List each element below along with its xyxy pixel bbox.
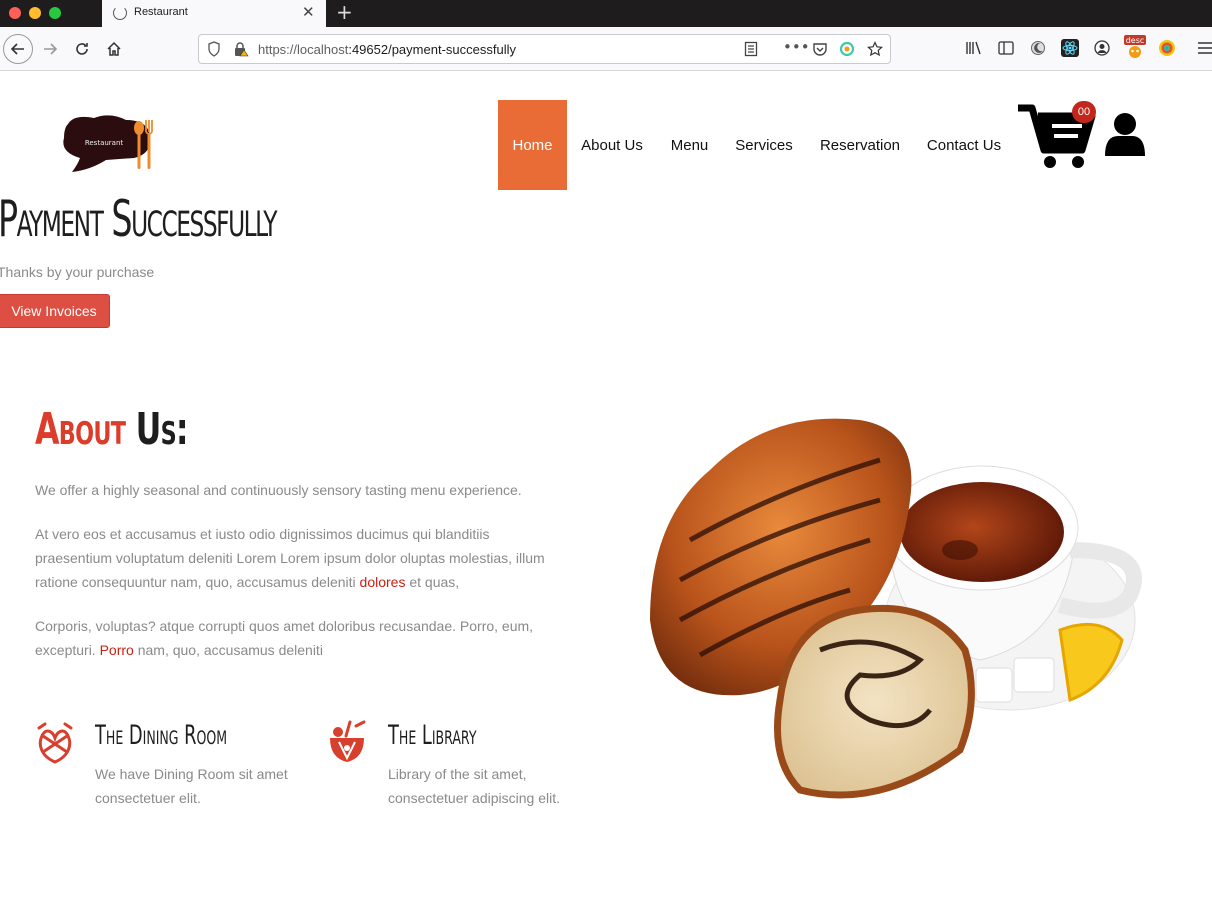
home-icon xyxy=(107,41,121,56)
feature-text-dining-room: We have Dining Room sit amet consectetue… xyxy=(95,766,288,806)
user-account-button[interactable] xyxy=(1104,112,1146,158)
svg-text:desc: desc xyxy=(1126,36,1145,45)
browser-tab[interactable]: Restaurant ✕ xyxy=(102,0,326,27)
nav-reservation[interactable]: Reservation xyxy=(810,100,910,190)
arrow-left-icon xyxy=(10,43,24,55)
about-paragraph-2: At vero eos et accusamus et iusto odio d… xyxy=(35,526,545,590)
new-tab-icon[interactable]: + xyxy=(336,0,353,24)
about-paragraph-1: We offer a highly seasonal and continuou… xyxy=(35,482,522,498)
home-button[interactable] xyxy=(100,35,128,63)
browser-tab-bar: Restaurant ✕ + xyxy=(0,0,1212,27)
loading-spinner-icon xyxy=(113,6,127,20)
page-subtitle: Thanks by your purchase xyxy=(0,264,155,280)
desc-extension-icon[interactable]: desc xyxy=(1124,35,1146,59)
cocktail-icon xyxy=(328,720,368,764)
nav-contact-us[interactable]: Contact Us xyxy=(920,100,1008,190)
page-actions-icon[interactable]: ••• xyxy=(783,38,810,56)
reload-icon xyxy=(76,43,88,55)
bookmark-star-icon[interactable] xyxy=(867,41,883,61)
back-button[interactable] xyxy=(3,34,33,64)
sidebar-icon[interactable] xyxy=(997,39,1015,57)
tab-title: Restaurant xyxy=(134,6,188,18)
pocket-icon[interactable] xyxy=(812,41,828,61)
about-heading: About Us: xyxy=(35,404,189,455)
user-icon xyxy=(1105,113,1145,156)
maximize-window-button[interactable] xyxy=(49,7,61,19)
colorful-extension-icon[interactable] xyxy=(1158,39,1176,57)
extension-ring-icon[interactable] xyxy=(839,41,855,61)
react-devtools-icon[interactable] xyxy=(1061,39,1079,57)
nav-services[interactable]: Services xyxy=(728,100,800,190)
hamburger-menu-icon[interactable] xyxy=(1196,39,1212,57)
url-text: https://localhost:49652/payment-successf… xyxy=(258,42,516,57)
feature-title-dining-room: The Dining Room xyxy=(95,720,228,751)
page-title: Payment Successfully xyxy=(0,190,277,248)
reload-button[interactable] xyxy=(68,35,96,63)
nav-home[interactable]: Home xyxy=(498,100,567,190)
cart-count-badge: 00 xyxy=(1072,101,1096,123)
nav-about-us[interactable]: About Us xyxy=(572,100,652,190)
library-icon[interactable] xyxy=(965,39,983,57)
address-bar[interactable]: https://localhost:49652/payment-successf… xyxy=(198,34,891,64)
bread-and-tea-image xyxy=(630,400,1170,820)
minimize-window-button[interactable] xyxy=(29,7,41,19)
browser-toolbar: https://localhost:49652/payment-successf… xyxy=(0,27,1212,71)
arrow-right-icon xyxy=(44,43,58,55)
view-invoices-button[interactable]: View Invoices xyxy=(0,294,110,328)
pretzel-icon xyxy=(35,722,75,766)
forward-button[interactable] xyxy=(36,35,64,63)
dark-mode-icon[interactable] xyxy=(1029,39,1047,57)
close-tab-icon[interactable]: ✕ xyxy=(302,3,315,21)
restaurant-logo[interactable]: Restaurant xyxy=(60,114,160,176)
porro-link[interactable]: Porro xyxy=(100,642,134,658)
about-paragraph-3: Corporis, voluptas? atque corrupti quos … xyxy=(35,618,534,658)
insecure-lock-icon[interactable] xyxy=(233,41,249,61)
account-icon[interactable] xyxy=(1093,39,1111,57)
reader-view-icon[interactable] xyxy=(744,41,758,61)
svg-text:Restaurant: Restaurant xyxy=(85,139,124,147)
close-window-button[interactable] xyxy=(9,7,21,19)
nav-menu[interactable]: Menu xyxy=(662,100,717,190)
feature-title-library: The Library xyxy=(388,720,477,751)
shield-icon[interactable] xyxy=(207,41,221,61)
dolores-link[interactable]: dolores xyxy=(360,574,406,590)
feature-text-library: Library of the sit amet, consectetuer ad… xyxy=(388,766,560,806)
